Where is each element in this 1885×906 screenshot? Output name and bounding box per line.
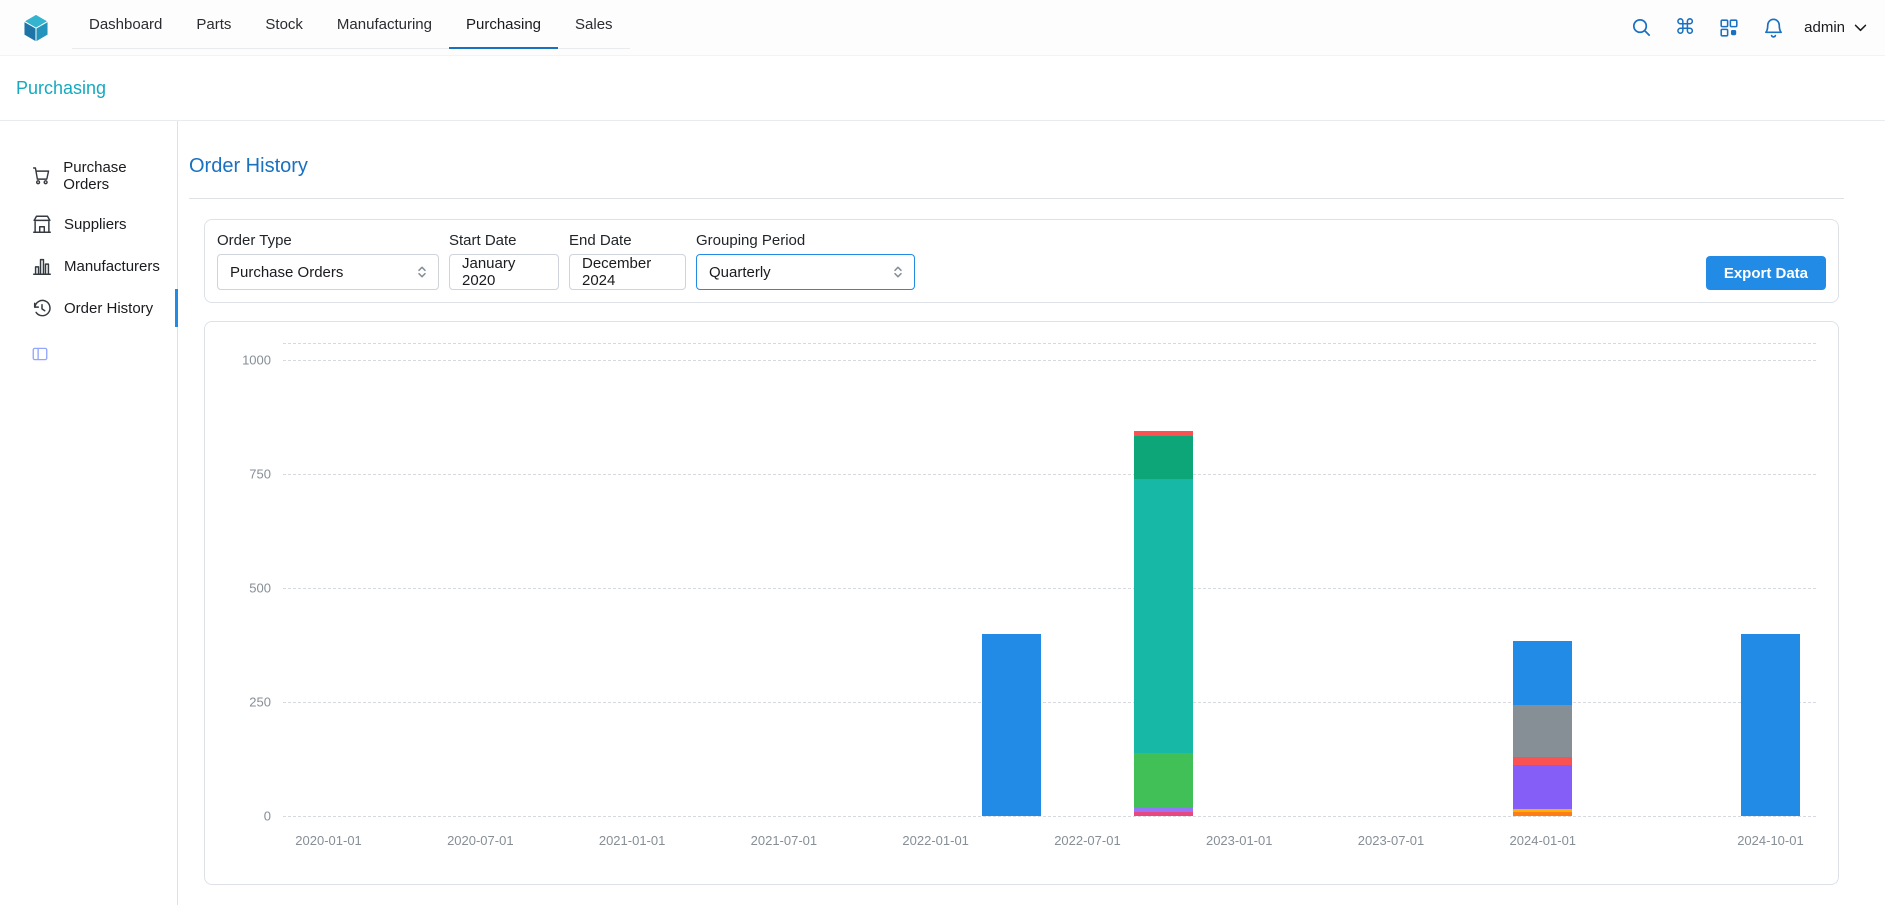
x-tick-label: 2024-10-01 — [1737, 833, 1804, 848]
navbar-actions: ⌘ admin — [1628, 0, 1869, 55]
chevron-up-down-icon — [414, 264, 430, 280]
y-tick-label: 0 — [264, 809, 271, 824]
grouping-period-label: Grouping Period — [696, 232, 915, 249]
bar-segment — [1513, 812, 1572, 816]
sidebar-item-manufacturers[interactable]: Manufacturers — [0, 245, 177, 287]
tab-sales[interactable]: Sales — [558, 0, 630, 48]
chart-bar — [982, 634, 1041, 816]
sidebar-item-purchase-orders[interactable]: Purchase Orders — [0, 149, 177, 203]
sidebar-item-label: Suppliers — [64, 216, 127, 233]
grouping-period-select[interactable]: Quarterly — [696, 254, 915, 290]
history-icon — [31, 297, 53, 319]
bar-segment — [1513, 641, 1572, 705]
end-date-input[interactable]: December 2024 — [569, 254, 686, 290]
bar-segment — [1134, 479, 1193, 753]
y-tick-label: 250 — [249, 694, 271, 709]
user-menu[interactable]: admin — [1804, 19, 1869, 36]
order-type-label: Order Type — [217, 232, 439, 249]
y-gridline — [283, 702, 1816, 703]
order-type-field: Order Type Purchase Orders — [217, 232, 439, 290]
y-tick-label: 750 — [249, 466, 271, 481]
command-icon[interactable]: ⌘ — [1672, 15, 1698, 41]
username: admin — [1804, 19, 1845, 36]
order-type-value: Purchase Orders — [230, 264, 343, 281]
bar-segment — [1513, 757, 1572, 765]
sidebar-item-order-history[interactable]: Order History — [0, 287, 177, 329]
x-tick-label: 2022-01-01 — [902, 833, 969, 848]
y-gridline — [283, 816, 1816, 817]
sidebar-item-label: Purchase Orders — [63, 159, 173, 193]
x-tick-label: 2020-01-01 — [295, 833, 362, 848]
bar-segment — [1513, 705, 1572, 757]
order-history-chart: 025050075010002020-01-012020-07-012021-0… — [283, 343, 1816, 816]
y-tick-label: 1000 — [242, 352, 271, 367]
y-gridline-top — [283, 343, 1816, 344]
cart-icon — [31, 165, 52, 187]
sidebar-item-label: Manufacturers — [64, 258, 160, 275]
main-nav-tabs: Dashboard Parts Stock Manufacturing Purc… — [72, 0, 630, 49]
y-tick-label: 500 — [249, 580, 271, 595]
sidebar-item-suppliers[interactable]: Suppliers — [0, 203, 177, 245]
x-tick-label: 2023-01-01 — [1206, 833, 1273, 848]
sidebar-collapse-icon[interactable] — [31, 345, 49, 363]
tab-manufacturing[interactable]: Manufacturing — [320, 0, 449, 48]
y-gridline — [283, 588, 1816, 589]
breadcrumb[interactable]: Purchasing — [16, 78, 106, 99]
purchasing-sidebar: Purchase Orders Suppliers Manufacturers — [0, 121, 178, 905]
x-tick-label: 2021-07-01 — [751, 833, 818, 848]
end-date-value: December 2024 — [582, 255, 673, 289]
start-date-value: January 2020 — [462, 255, 546, 289]
bar-segment — [1513, 765, 1572, 808]
start-date-input[interactable]: January 2020 — [449, 254, 559, 290]
y-gridline — [283, 360, 1816, 361]
top-navbar: Dashboard Parts Stock Manufacturing Purc… — [0, 0, 1885, 56]
y-gridline — [283, 474, 1816, 475]
breadcrumb-bar: Purchasing — [0, 56, 1885, 121]
bar-segment — [1134, 753, 1193, 808]
filter-card: Order Type Purchase Orders Start Date Ja… — [204, 219, 1839, 303]
x-tick-label: 2024-01-01 — [1510, 833, 1577, 848]
title-divider — [189, 198, 1844, 199]
x-tick-label: 2022-07-01 — [1054, 833, 1121, 848]
chart-bar — [1741, 634, 1800, 816]
grouping-period-field: Grouping Period Quarterly — [696, 232, 915, 290]
order-history-panel: Order History Order Type Purchase Orders… — [189, 121, 1844, 905]
app-logo-icon[interactable] — [20, 12, 52, 44]
export-data-button[interactable]: Export Data — [1706, 256, 1826, 290]
tab-stock[interactable]: Stock — [248, 0, 320, 48]
x-tick-label: 2023-07-01 — [1358, 833, 1425, 848]
grouping-period-value: Quarterly — [709, 264, 771, 281]
bar-segment — [982, 634, 1041, 816]
bar-segment — [1134, 436, 1193, 479]
notifications-bell-icon[interactable] — [1760, 15, 1786, 41]
end-date-label: End Date — [569, 232, 686, 249]
sidebar-item-label: Order History — [64, 300, 153, 317]
building-icon — [31, 213, 53, 235]
x-tick-label: 2021-01-01 — [599, 833, 666, 848]
end-date-field: End Date December 2024 — [569, 232, 686, 290]
chart-bar — [1134, 431, 1193, 816]
chart-icon — [31, 255, 53, 277]
scan-grid-icon[interactable] — [1716, 15, 1742, 41]
order-history-chart-card: 0 250 500 750 1000 2020-01-01 2020-07-01 2021-0… — [204, 321, 1839, 885]
x-tick-label: 2020-07-01 — [447, 833, 514, 848]
bar-segment — [1741, 634, 1800, 816]
tab-dashboard[interactable]: Dashboard — [72, 0, 179, 48]
page-title: Order History — [189, 155, 1844, 178]
chevron-up-down-icon — [890, 264, 906, 280]
chart-bar — [1513, 641, 1572, 816]
search-icon[interactable] — [1628, 15, 1654, 41]
chevron-down-icon — [1852, 19, 1869, 36]
order-type-select[interactable]: Purchase Orders — [217, 254, 439, 290]
start-date-field: Start Date January 2020 — [449, 232, 559, 290]
tab-parts[interactable]: Parts — [179, 0, 248, 48]
start-date-label: Start Date — [449, 232, 559, 249]
bar-segment — [1134, 812, 1193, 816]
tab-purchasing[interactable]: Purchasing — [449, 0, 558, 48]
